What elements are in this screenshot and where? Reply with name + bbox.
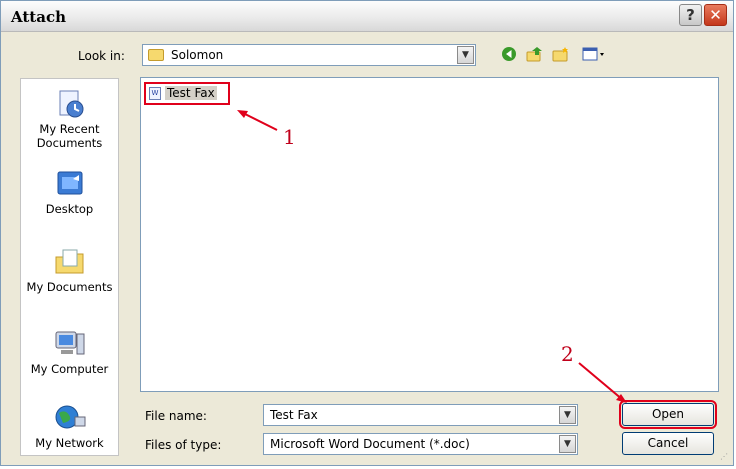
resize-grip-icon[interactable]: ⋰ [720,452,730,462]
annotation-arrows [237,110,627,403]
chevron-down-icon[interactable]: ▼ [559,406,576,424]
file-name-input[interactable]: Test Fax ▼ [263,404,578,426]
chevron-down-icon[interactable]: ▼ [559,435,576,453]
open-button[interactable]: Open [619,400,717,429]
file-type-value: Microsoft Word Document (*.doc) [270,437,470,451]
file-name-label: File name: [145,409,207,423]
annotation-arrow-2 [578,362,624,401]
cancel-button[interactable]: Cancel [622,432,714,455]
file-type-label: Files of type: [145,438,222,452]
annotation-arrow-1 [240,111,278,131]
file-type-select[interactable]: Microsoft Word Document (*.doc) ▼ [263,433,578,455]
attach-dialog: Attach ? ✕ Look in: Solomon ▼ My Recent … [0,0,734,466]
file-name-value: Test Fax [270,408,318,422]
